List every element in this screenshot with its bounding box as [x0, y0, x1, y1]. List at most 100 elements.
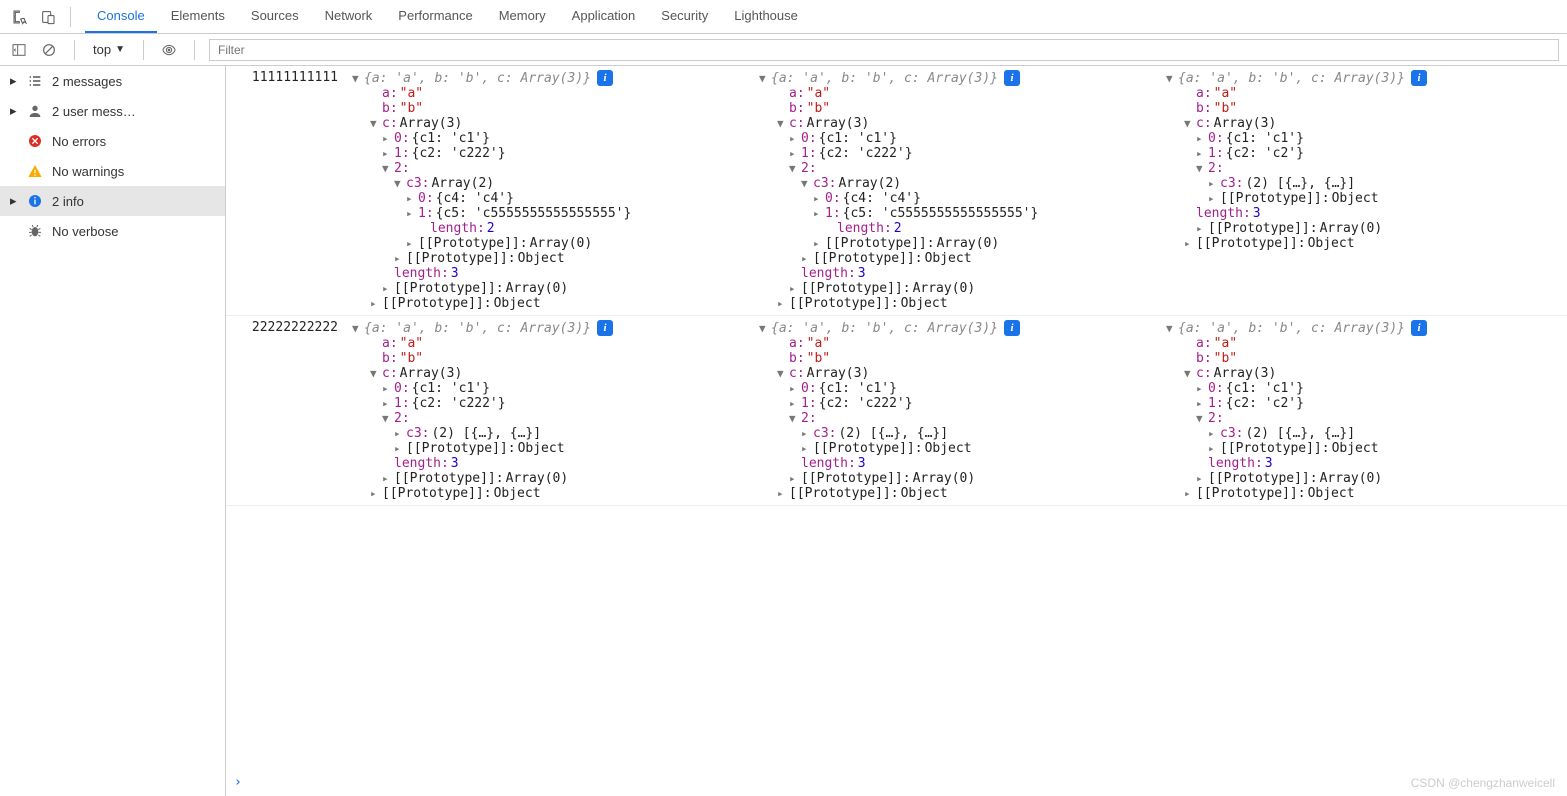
tab-application[interactable]: Application	[560, 0, 648, 33]
expand-caret-icon[interactable]: ▸	[789, 382, 799, 395]
device-toggle-icon[interactable]	[36, 5, 60, 29]
expand-caret-icon[interactable]: ▸	[813, 207, 823, 220]
expand-caret-icon[interactable]: ▸	[1208, 192, 1218, 205]
expand-caret-icon[interactable]: ▸	[1196, 132, 1206, 145]
expand-caret-icon[interactable]: ▼	[759, 72, 769, 85]
expand-caret-icon[interactable]: ▼	[777, 367, 787, 380]
expand-caret-icon[interactable]: ▼	[777, 117, 787, 130]
expand-caret-icon[interactable]: ▼	[759, 322, 769, 335]
expand-caret-icon[interactable]: ▸	[394, 442, 404, 455]
expand-caret-icon[interactable]: ▸	[1184, 487, 1194, 500]
sidebar-item-verbose[interactable]: No verbose	[0, 216, 225, 246]
caret-icon: ▸	[10, 103, 18, 119]
expand-caret-icon[interactable]: ▼	[789, 162, 799, 175]
tab-network[interactable]: Network	[313, 0, 385, 33]
info-badge-icon[interactable]: i	[1411, 320, 1427, 336]
expand-caret-icon[interactable]: ▸	[394, 252, 404, 265]
expand-caret-icon[interactable]: ▸	[1196, 397, 1206, 410]
tab-security[interactable]: Security	[649, 0, 720, 33]
expand-caret-icon[interactable]: ▼	[370, 367, 380, 380]
expand-caret-icon[interactable]: ▸	[789, 282, 799, 295]
sidebar-item-messages[interactable]: ▸2 messages	[0, 66, 225, 96]
expand-caret-icon[interactable]: ▸	[789, 397, 799, 410]
tab-memory[interactable]: Memory	[487, 0, 558, 33]
expand-caret-icon[interactable]: ▸	[406, 192, 416, 205]
log-object-2c[interactable]: ▼{a: 'a', b: 'b', c: Array(3)}ia: "a"b: …	[1160, 318, 1567, 503]
tab-elements[interactable]: Elements	[159, 0, 237, 33]
eye-icon[interactable]	[158, 39, 180, 61]
info-badge-icon[interactable]: i	[597, 320, 613, 336]
sidebar-item-user-messages[interactable]: ▸2 user mess…	[0, 96, 225, 126]
expand-caret-icon[interactable]: ▼	[370, 117, 380, 130]
expand-caret-icon[interactable]: ▸	[813, 237, 823, 250]
expand-caret-icon[interactable]: ▸	[382, 397, 392, 410]
expand-caret-icon[interactable]: ▸	[382, 282, 392, 295]
log-row-2: 22222222222 ▼{a: 'a', b: 'b', c: Array(3…	[226, 316, 1567, 506]
expand-caret-icon[interactable]: ▸	[370, 487, 380, 500]
expand-caret-icon[interactable]: ▸	[813, 192, 823, 205]
expand-caret-icon[interactable]: ▼	[789, 412, 799, 425]
expand-caret-icon[interactable]: ▼	[382, 412, 392, 425]
expand-caret-icon[interactable]: ▼	[1184, 367, 1194, 380]
tab-performance[interactable]: Performance	[386, 0, 484, 33]
log-object-2a[interactable]: ▼{a: 'a', b: 'b', c: Array(3)}ia: "a"b: …	[346, 318, 753, 503]
sidebar-toggle-icon[interactable]	[8, 39, 30, 61]
expand-caret-icon[interactable]: ▼	[382, 162, 392, 175]
info-badge-icon[interactable]: i	[1004, 320, 1020, 336]
expand-caret-icon[interactable]: ▸	[382, 132, 392, 145]
log-object-1b[interactable]: ▼{a: 'a', b: 'b', c: Array(3)}ia: "a"b: …	[753, 68, 1160, 313]
expand-caret-icon[interactable]: ▸	[789, 132, 799, 145]
sidebar-item-warnings[interactable]: No warnings	[0, 156, 225, 186]
expand-caret-icon[interactable]: ▸	[1196, 147, 1206, 160]
filter-input[interactable]	[209, 39, 1559, 61]
expand-caret-icon[interactable]: ▸	[789, 147, 799, 160]
expand-caret-icon[interactable]: ▸	[382, 382, 392, 395]
context-selector[interactable]: top ▼	[89, 42, 129, 57]
expand-caret-icon[interactable]: ▸	[801, 427, 811, 440]
expand-caret-icon[interactable]: ▸	[382, 472, 392, 485]
sidebar-item-info[interactable]: ▸2 info	[0, 186, 225, 216]
expand-caret-icon[interactable]: ▸	[1196, 382, 1206, 395]
log-object-1a[interactable]: ▼{a: 'a', b: 'b', c: Array(3)}ia: "a"b: …	[346, 68, 753, 313]
expand-caret-icon[interactable]: ▸	[1184, 237, 1194, 250]
log-row-1: 11111111111 ▼{a: 'a', b: 'b', c: Array(3…	[226, 66, 1567, 316]
inspect-icon[interactable]	[8, 5, 32, 29]
expand-caret-icon[interactable]: ▸	[777, 487, 787, 500]
expand-caret-icon[interactable]: ▼	[394, 177, 404, 190]
expand-caret-icon[interactable]: ▼	[1184, 117, 1194, 130]
clear-console-icon[interactable]	[38, 39, 60, 61]
expand-caret-icon[interactable]: ▸	[1196, 222, 1206, 235]
expand-caret-icon[interactable]: ▼	[352, 322, 362, 335]
expand-caret-icon[interactable]: ▸	[789, 472, 799, 485]
expand-caret-icon[interactable]: ▸	[801, 442, 811, 455]
expand-caret-icon[interactable]: ▸	[406, 207, 416, 220]
expand-caret-icon[interactable]: ▸	[370, 297, 380, 310]
tab-console[interactable]: Console	[85, 0, 157, 33]
tab-sources[interactable]: Sources	[239, 0, 311, 33]
expand-caret-icon[interactable]: ▸	[1208, 427, 1218, 440]
expand-caret-icon[interactable]: ▸	[1208, 442, 1218, 455]
expand-caret-icon[interactable]: ▸	[1196, 472, 1206, 485]
log-object-2b[interactable]: ▼{a: 'a', b: 'b', c: Array(3)}ia: "a"b: …	[753, 318, 1160, 503]
expand-caret-icon[interactable]: ▼	[801, 177, 811, 190]
info-badge-icon[interactable]: i	[1411, 70, 1427, 86]
expand-caret-icon[interactable]: ▼	[1196, 412, 1206, 425]
expand-caret-icon[interactable]: ▼	[1166, 72, 1176, 85]
log-object-1c[interactable]: ▼{a: 'a', b: 'b', c: Array(3)}ia: "a"b: …	[1160, 68, 1567, 313]
sidebar-item-errors[interactable]: No errors	[0, 126, 225, 156]
devtools-toolbar: Console Elements Sources Network Perform…	[0, 0, 1567, 34]
tab-lighthouse[interactable]: Lighthouse	[722, 0, 810, 33]
sidebar-item-label: No verbose	[52, 224, 118, 239]
expand-caret-icon[interactable]: ▸	[777, 297, 787, 310]
expand-caret-icon[interactable]: ▸	[1208, 177, 1218, 190]
expand-caret-icon[interactable]: ▸	[406, 237, 416, 250]
expand-caret-icon[interactable]: ▼	[352, 72, 362, 85]
info-badge-icon[interactable]: i	[1004, 70, 1020, 86]
info-badge-icon[interactable]: i	[597, 70, 613, 86]
console-prompt[interactable]: ›	[234, 775, 242, 790]
expand-caret-icon[interactable]: ▼	[1166, 322, 1176, 335]
expand-caret-icon[interactable]: ▼	[1196, 162, 1206, 175]
expand-caret-icon[interactable]: ▸	[801, 252, 811, 265]
expand-caret-icon[interactable]: ▸	[394, 427, 404, 440]
expand-caret-icon[interactable]: ▸	[382, 147, 392, 160]
